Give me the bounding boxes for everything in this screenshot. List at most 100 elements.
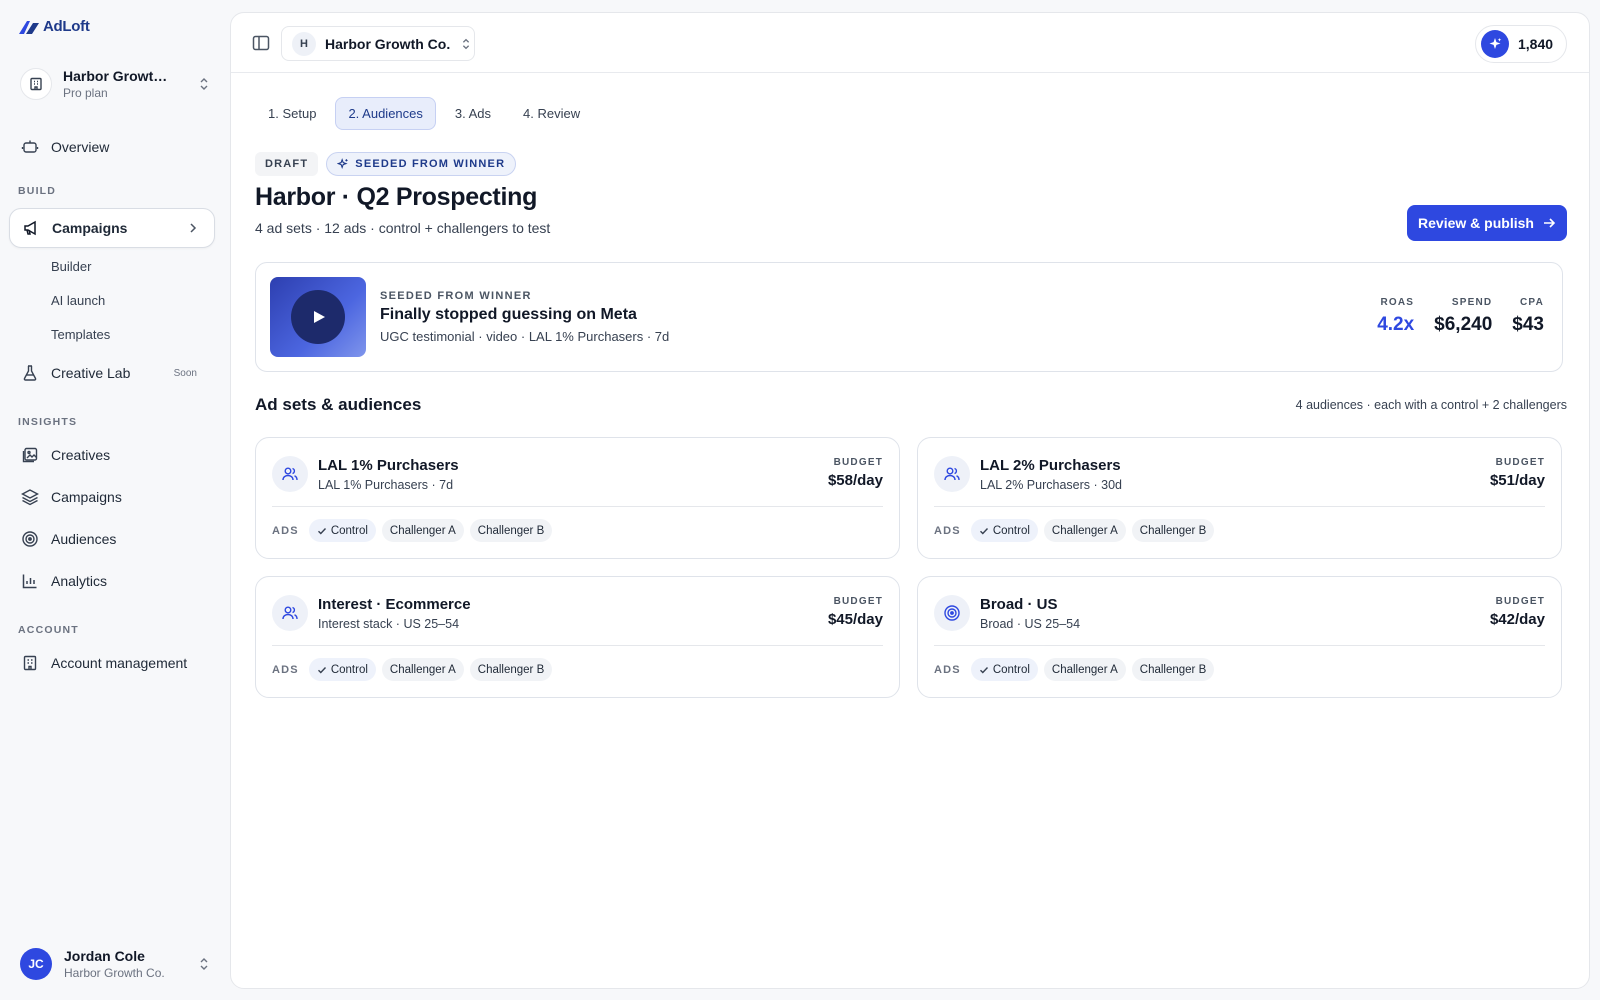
adset-card[interactable]: Broad · US Broad · US 25–54 BUDGET $42/d… xyxy=(917,576,1562,698)
chip-challenger-a[interactable]: Challenger A xyxy=(381,658,464,681)
section-label-insights: INSIGHTS xyxy=(18,416,78,428)
review-publish-label: Review & publish xyxy=(1418,215,1534,231)
sidebar-subitem-builder[interactable]: Builder xyxy=(51,259,91,274)
sidebar: AdLoft Harbor Growth Co. Pro plan Overvi… xyxy=(0,0,230,1000)
adset-card[interactable]: LAL 2% Purchasers LAL 2% Purchasers · 30… xyxy=(917,437,1562,559)
chip-challenger-a[interactable]: Challenger A xyxy=(1043,658,1126,681)
seeded-badge: SEEDED FROM WINNER xyxy=(326,152,517,176)
chip-label: Control xyxy=(992,524,1030,537)
chip-label: Control xyxy=(330,663,368,676)
sidebar-subitem-ai-launch[interactable]: AI launch xyxy=(51,293,105,308)
credits-badge[interactable]: 1,840 xyxy=(1475,25,1567,63)
adset-name: Broad · US xyxy=(980,596,1058,613)
chip-challenger-b[interactable]: Challenger B xyxy=(469,519,553,542)
winner-card: SEEDED FROM WINNER Finally stopped guess… xyxy=(255,262,1563,372)
play-icon xyxy=(291,290,345,344)
org-switcher[interactable]: Harbor Growth Co. Pro plan xyxy=(20,66,212,102)
chip-label: Control xyxy=(330,524,368,537)
adset-card[interactable]: Interest · Ecommerce Interest stack · US… xyxy=(255,576,900,698)
section-label-build: BUILD xyxy=(18,185,57,197)
credits-value: 1,840 xyxy=(1518,36,1554,52)
target-icon xyxy=(934,595,970,631)
chip-challenger-b[interactable]: Challenger B xyxy=(469,658,553,681)
sidebar-item-audiences[interactable]: Audiences xyxy=(9,519,215,559)
budget-label: BUDGET xyxy=(833,457,883,468)
adset-desc: Broad · US 25–54 xyxy=(980,617,1081,631)
target-icon xyxy=(21,530,39,548)
sidebar-item-analytics[interactable]: Analytics xyxy=(9,561,215,601)
budget-value: $58/day xyxy=(827,472,883,489)
chip-challenger-a[interactable]: Challenger A xyxy=(381,519,464,542)
winner-label: SEEDED FROM WINNER xyxy=(380,290,532,302)
divider xyxy=(272,645,883,646)
section-title: Ad sets & audiences xyxy=(255,395,422,414)
sidebar-item-insights-campaigns[interactable]: Campaigns xyxy=(9,477,215,517)
chevron-up-down-icon xyxy=(200,78,208,90)
users-icon xyxy=(934,456,970,492)
metric-value: $43 xyxy=(1512,314,1544,335)
adset-desc: LAL 2% Purchasers · 30d xyxy=(980,478,1122,492)
sidebar-item-label: Audiences xyxy=(51,531,117,547)
winner-title: Finally stopped guessing on Meta xyxy=(380,306,637,323)
metric-value: $6,240 xyxy=(1434,314,1493,335)
winner-metrics: ROAS 4.2x SPEND $6,240 CPA $43 xyxy=(1377,297,1544,336)
ads-row: ADS Control Challenger A Challenger B xyxy=(272,519,553,542)
sidebar-toggle-icon[interactable] xyxy=(251,33,271,53)
check-icon xyxy=(979,666,988,674)
tab-audiences[interactable]: 2. Audiences xyxy=(335,97,436,130)
sidebar-item-campaigns[interactable]: Campaigns xyxy=(9,208,215,248)
flask-icon xyxy=(21,364,39,382)
ads-label: ADS xyxy=(272,663,299,676)
check-icon xyxy=(317,666,326,674)
section-label-account: ACCOUNT xyxy=(18,624,79,636)
video-thumbnail[interactable] xyxy=(270,277,366,357)
chip-control[interactable]: Control xyxy=(970,658,1038,681)
chip-control[interactable]: Control xyxy=(970,519,1038,542)
section-note: 4 audiences · each with a control + 2 ch… xyxy=(1295,398,1567,412)
user-org: Harbor Growth Co. xyxy=(64,966,165,980)
chip-challenger-b[interactable]: Challenger B xyxy=(1131,519,1215,542)
winner-meta: UGC testimonial · video · LAL 1% Purchas… xyxy=(380,329,670,344)
page-title: Harbor · Q2 Prospecting xyxy=(255,183,538,211)
tab-ads[interactable]: 3. Ads xyxy=(442,97,504,130)
org-plan: Pro plan xyxy=(63,86,108,100)
ads-row: ADS Control Challenger A Challenger B xyxy=(272,658,553,681)
budget-label: BUDGET xyxy=(833,596,883,607)
sidebar-item-creative-lab[interactable]: Creative Lab Soon xyxy=(9,353,215,393)
metric-value: 4.2x xyxy=(1377,314,1415,335)
chevron-up-down-icon xyxy=(200,958,208,970)
metric-label: ROAS xyxy=(1380,297,1415,308)
sidebar-item-label: Overview xyxy=(51,139,110,155)
sidebar-subitem-templates[interactable]: Templates xyxy=(51,327,110,342)
sidebar-item-overview[interactable]: Overview xyxy=(9,127,215,167)
app-logo[interactable]: AdLoft xyxy=(18,18,90,35)
sidebar-item-label: Creatives xyxy=(51,447,111,463)
tab-setup[interactable]: 1. Setup xyxy=(255,97,329,130)
soon-badge: Soon xyxy=(173,367,197,379)
page-subtitle: 4 ad sets · 12 ads · control + challenge… xyxy=(255,220,551,236)
user-menu[interactable]: JC Jordan Cole Harbor Growth Co. xyxy=(20,948,212,980)
sidebar-item-label: Creative Lab xyxy=(51,365,131,381)
tab-review[interactable]: 4. Review xyxy=(510,97,593,130)
sidebar-item-creatives[interactable]: Creatives xyxy=(9,435,215,475)
robot-icon xyxy=(21,138,39,156)
chevron-right-icon xyxy=(190,223,197,233)
chip-label: Control xyxy=(992,663,1030,676)
sidebar-item-account-management[interactable]: Account management xyxy=(9,643,215,683)
chip-control[interactable]: Control xyxy=(308,519,376,542)
chip-challenger-a[interactable]: Challenger A xyxy=(1043,519,1126,542)
arrow-right-icon xyxy=(1543,218,1556,228)
adset-card[interactable]: LAL 1% Purchasers LAL 1% Purchasers · 7d… xyxy=(255,437,900,559)
adset-desc: Interest stack · US 25–54 xyxy=(318,617,460,631)
megaphone-icon xyxy=(22,219,40,237)
chip-control[interactable]: Control xyxy=(308,658,376,681)
review-publish-button[interactable]: Review & publish xyxy=(1407,205,1567,241)
sparkle-icon xyxy=(1481,30,1509,58)
metric-spend: SPEND $6,240 xyxy=(1434,297,1492,336)
workspace-switcher[interactable]: H Harbor Growth Co. xyxy=(281,26,475,61)
chip-challenger-b[interactable]: Challenger B xyxy=(1131,658,1215,681)
bar-chart-icon xyxy=(21,572,39,590)
app-logo-text: AdLoft xyxy=(43,18,90,35)
step-tabs: 1. Setup 2. Audiences 3. Ads 4. Review xyxy=(255,97,593,130)
adset-name: LAL 1% Purchasers xyxy=(318,457,459,474)
